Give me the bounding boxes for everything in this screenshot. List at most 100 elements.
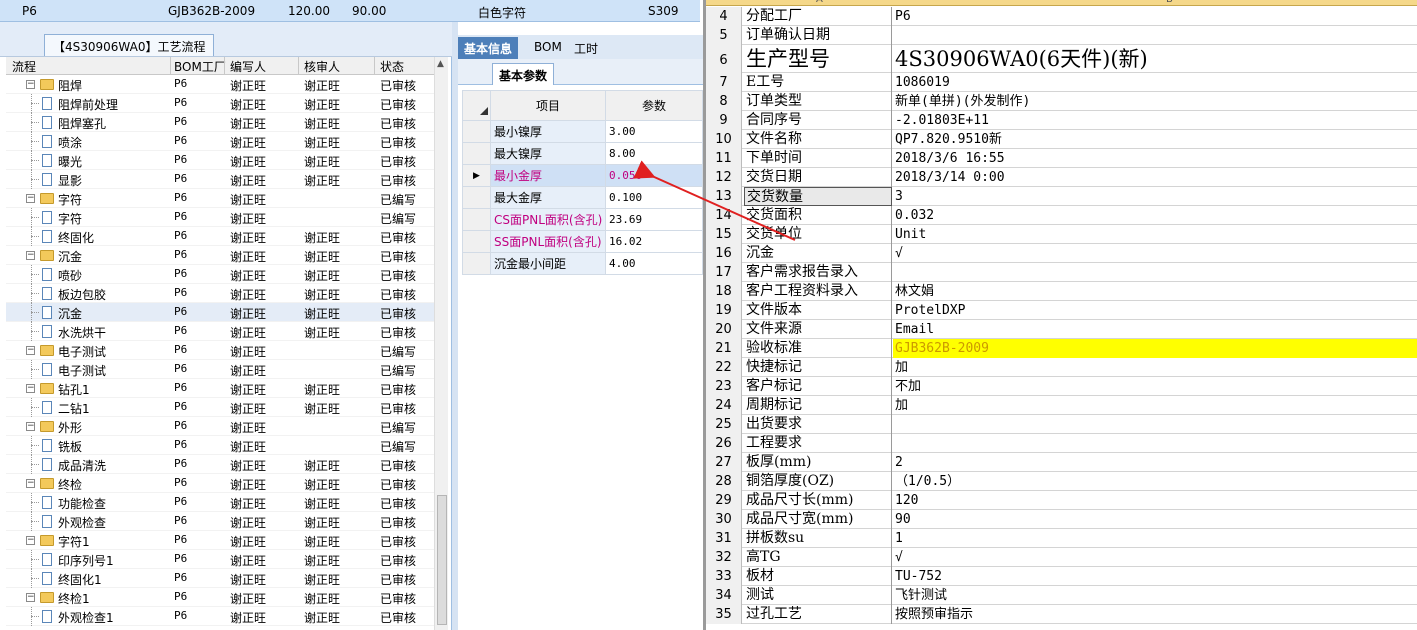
sheet-row[interactable]: 32 高TG √ xyxy=(706,548,1417,567)
cell-a[interactable]: 快捷标记 xyxy=(744,358,892,377)
cell-a[interactable]: 交货单位 xyxy=(744,225,892,244)
cell-b[interactable]: 飞针测试 xyxy=(893,586,1417,605)
row-number[interactable]: 34 xyxy=(706,586,742,605)
row-number[interactable]: 10 xyxy=(706,130,742,149)
row-number[interactable]: 8 xyxy=(706,92,742,111)
sheet-row[interactable]: 27 板厚(mm) 2 xyxy=(706,453,1417,472)
row-number[interactable]: 15 xyxy=(706,225,742,244)
tree-item[interactable]: 水洗烘干 P6 谢正旺 谢正旺 已审核 xyxy=(6,322,434,341)
param-value[interactable]: 8.00 xyxy=(605,142,703,165)
cell-a[interactable]: 交货数量 xyxy=(744,187,892,206)
cell-a[interactable]: E工号 xyxy=(744,73,892,92)
sheet-row[interactable]: 22 快捷标记加 xyxy=(706,358,1417,377)
row-number[interactable]: 21 xyxy=(706,339,742,358)
param-row[interactable]: CS面PNL面积(含孔) 23.69 xyxy=(462,208,703,231)
cell-a[interactable]: 文件版本 xyxy=(744,301,892,320)
row-number[interactable]: 19 xyxy=(706,301,742,320)
sheet-row[interactable]: 15 交货单位 Unit xyxy=(706,225,1417,244)
cell-b[interactable]: 新单(单拼)(外发制作) xyxy=(893,92,1417,111)
tree-group[interactable]: − 终检 P6 谢正旺 谢正旺 已审核 xyxy=(6,474,434,493)
cell-b[interactable]: 不加 xyxy=(893,377,1417,396)
cell-b[interactable]: ProtelDXP xyxy=(893,301,1417,320)
cell-a[interactable]: 交货面积 xyxy=(744,206,892,225)
cell-b[interactable]: 2018/3/6 16:55 xyxy=(893,149,1417,168)
collapse-icon[interactable]: − xyxy=(26,593,35,602)
row-number[interactable]: 4 xyxy=(706,7,742,26)
tree-item[interactable]: 成品清洗 P6 谢正旺 谢正旺 已审核 xyxy=(6,455,434,474)
row-number[interactable]: 27 xyxy=(706,453,742,472)
row-number[interactable]: 13 xyxy=(706,187,742,206)
cell-b[interactable]: QP7.820.9510新 xyxy=(893,130,1417,149)
cell-b[interactable]: √ xyxy=(893,548,1417,567)
cell-b[interactable]: 2 xyxy=(893,453,1417,472)
sheet-row[interactable]: 14 交货面积 0.032 xyxy=(706,206,1417,225)
sheet-row[interactable]: 21 验收标准 GJB362B-2009 xyxy=(706,339,1417,358)
cell-b[interactable]: -2.01803E+11 xyxy=(893,111,1417,130)
tree-item[interactable]: 显影 P6 谢正旺 谢正旺 已审核 xyxy=(6,170,434,189)
tab-process-flow[interactable]: 【4S30906WA0】工艺流程 xyxy=(44,34,215,56)
col-a-header[interactable]: A xyxy=(816,0,823,5)
row-number[interactable]: 16 xyxy=(706,244,742,263)
param-row[interactable]: 最小镍厚 3.00 xyxy=(462,120,703,143)
tree-group[interactable]: − 字符1 P6 谢正旺 谢正旺 已审核 xyxy=(6,531,434,550)
cell-a[interactable]: 高TG xyxy=(744,548,892,567)
param-value[interactable]: 0.050 xyxy=(605,164,703,187)
row-number[interactable]: 7 xyxy=(706,73,742,92)
tree-item[interactable]: 阻焊塞孔 P6 谢正旺 谢正旺 已审核 xyxy=(6,113,434,132)
sheet-row[interactable]: 17 客户需求报告录入 xyxy=(706,263,1417,282)
sheet-row[interactable]: 12 交货日期 2018/3/14 0:00 xyxy=(706,168,1417,187)
row-number[interactable]: 20 xyxy=(706,320,742,339)
cell-a[interactable]: 交货日期 xyxy=(744,168,892,187)
cell-a[interactable]: 拼板数su xyxy=(744,529,892,548)
tree-item[interactable]: 印序列号1 P6 谢正旺 谢正旺 已审核 xyxy=(6,550,434,569)
tab-bom[interactable]: BOM xyxy=(528,37,568,59)
cell-b[interactable]: 3 xyxy=(893,187,1417,206)
cell-a[interactable]: 成品尺寸长(mm) xyxy=(744,491,892,510)
row-number[interactable]: 6 xyxy=(706,45,742,73)
col-status[interactable]: 状态 xyxy=(380,58,404,75)
collapse-icon[interactable]: − xyxy=(26,80,35,89)
tree-item[interactable]: 喷涂 P6 谢正旺 谢正旺 已审核 xyxy=(6,132,434,151)
param-row[interactable]: SS面PNL面积(含孔) 16.02 xyxy=(462,230,703,253)
sheet-row[interactable]: 5 订单确认日期 xyxy=(706,26,1417,45)
row-number[interactable]: 26 xyxy=(706,434,742,453)
row-number[interactable]: 23 xyxy=(706,377,742,396)
sheet-row[interactable]: 25 出货要求 xyxy=(706,415,1417,434)
tree-item[interactable]: 喷砂 P6 谢正旺 谢正旺 已审核 xyxy=(6,265,434,284)
sheet-row[interactable]: 6 生产型号 4S30906WA0(6天件)(新) xyxy=(706,45,1417,73)
sheet-row[interactable]: 16 沉金 √ xyxy=(706,244,1417,263)
col-writer[interactable]: 编写人 xyxy=(230,58,266,75)
cell-b[interactable]: 按照预审指示 xyxy=(893,605,1417,624)
sheet-row[interactable]: 28 铜箔厚度(OZ) （1/0.5） xyxy=(706,472,1417,491)
cell-b[interactable]: 90 xyxy=(893,510,1417,529)
sheet-row[interactable]: 11 下单时间 2018/3/6 16:55 xyxy=(706,149,1417,168)
cell-b[interactable]: √ xyxy=(893,244,1417,263)
row-number[interactable]: 32 xyxy=(706,548,742,567)
cell-a[interactable]: 下单时间 xyxy=(744,149,892,168)
param-value[interactable]: 0.100 xyxy=(605,186,703,209)
collapse-icon[interactable]: − xyxy=(26,384,35,393)
sheet-row[interactable]: 20 文件来源 Email xyxy=(706,320,1417,339)
cell-b[interactable] xyxy=(893,26,1417,45)
tree-item[interactable]: 电子测试 P6 谢正旺 已编写 xyxy=(6,360,434,379)
cell-b[interactable]: 2018/3/14 0:00 xyxy=(893,168,1417,187)
cell-a[interactable]: 测试 xyxy=(744,586,892,605)
tree-scrollbar[interactable]: ▲ xyxy=(434,57,448,630)
row-number[interactable]: 12 xyxy=(706,168,742,187)
cell-b[interactable]: 1 xyxy=(893,529,1417,548)
cell-a[interactable]: 板厚(mm) xyxy=(744,453,892,472)
tab-basic-info[interactable]: 基本信息 xyxy=(458,37,519,59)
row-number[interactable]: 28 xyxy=(706,472,742,491)
collapse-icon[interactable]: − xyxy=(26,479,35,488)
cell-a[interactable]: 板材 xyxy=(744,567,892,586)
row-number[interactable]: 18 xyxy=(706,282,742,301)
sheet-row[interactable]: 31 拼板数su 1 xyxy=(706,529,1417,548)
tree-group[interactable]: − 沉金 P6 谢正旺 谢正旺 已审核 xyxy=(6,246,434,265)
cell-a[interactable]: 生产型号 xyxy=(744,45,892,73)
row-number[interactable]: 30 xyxy=(706,510,742,529)
cell-a[interactable]: 验收标准 xyxy=(744,339,892,358)
cell-b[interactable]: Unit xyxy=(893,225,1417,244)
cell-b[interactable]: 120 xyxy=(893,491,1417,510)
sheet-row[interactable]: 13 交货数量 3 xyxy=(706,187,1417,206)
cell-a[interactable]: 过孔工艺 xyxy=(744,605,892,624)
